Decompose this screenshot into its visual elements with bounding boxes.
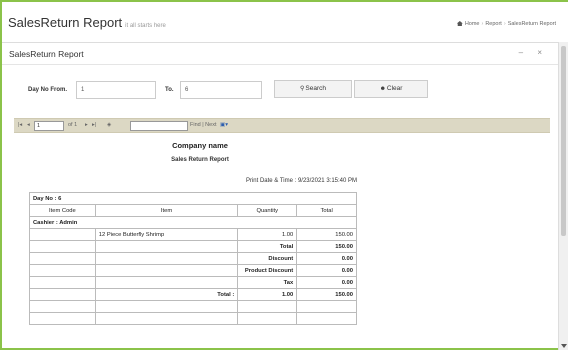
table-row: 12 Piece Butterfly Shrimp 1.00 150.00 <box>29 228 357 241</box>
breadcrumb-home[interactable]: Home <box>465 21 480 27</box>
clear-button-label: Clear <box>386 85 403 92</box>
summary-row: Total 150.00 <box>29 240 357 253</box>
day-from-input[interactable]: 1 <box>76 81 156 99</box>
scrollbar[interactable] <box>558 42 568 350</box>
summary-label: Discount <box>237 252 298 265</box>
home-icon <box>456 21 463 26</box>
report-table: Day No : 6 Item Code Item Quantity Total… <box>29 192 357 325</box>
summary-row: Discount 0.00 <box>29 252 357 265</box>
table-header-row: Item Code Item Quantity Total <box>29 204 357 217</box>
report-title: Sales Return Report <box>171 157 229 163</box>
item-qty: 1.00 <box>237 228 298 241</box>
portlet-title: SalesReturn Report <box>9 49 84 59</box>
last-page-icon[interactable]: ▸| <box>92 122 96 128</box>
grand-total-row: Total : 1.00 150.00 <box>29 288 357 301</box>
col-header: Item Code <box>29 204 96 217</box>
breadcrumb-report[interactable]: Report <box>485 21 502 27</box>
users-icon: ☻ <box>379 86 386 92</box>
summary-value: 150.00 <box>296 240 357 253</box>
search-button-label: Search <box>305 85 326 92</box>
portlet-header: SalesReturn Report – × <box>2 43 558 65</box>
page-header: SalesReturn Report it all starts here Hom… <box>2 2 558 42</box>
item-code <box>29 228 96 241</box>
export-icon[interactable]: ▣▾ <box>220 122 228 128</box>
grand-total-value: 150.00 <box>296 288 357 301</box>
item-name: 12 Piece Butterfly Shrimp <box>94 228 239 241</box>
report-company-name: Company name <box>172 141 228 150</box>
day-from-label: Day No From. <box>28 87 68 93</box>
day-no: Day No : 6 <box>29 192 357 205</box>
day-to-label: To. <box>165 87 174 93</box>
scrollbar-thumb[interactable] <box>561 46 566 236</box>
empty-row <box>29 312 357 325</box>
scroll-down-arrow-icon[interactable] <box>561 344 567 348</box>
portlet-tools[interactable]: – × <box>519 48 548 57</box>
prev-page-icon[interactable]: ◂ <box>27 122 30 128</box>
breadcrumb-sep: › <box>481 21 484 27</box>
summary-row: Tax 0.00 <box>29 276 357 289</box>
col-header: Quantity <box>237 204 298 217</box>
search-button[interactable]: ⚲Search <box>274 80 352 98</box>
report-viewer-toolbar: |◂ ◂ 1 of 1 ▸ ▸| ◈ Find | Next ▣▾ <box>14 118 550 133</box>
summary-row: Product Discount 0.00 <box>29 264 357 277</box>
day-to-input[interactable]: 6 <box>180 81 262 99</box>
col-header: Item <box>94 204 239 217</box>
first-page-icon[interactable]: |◂ <box>18 122 22 128</box>
summary-value: 0.00 <box>296 252 357 265</box>
breadcrumb: Home › Report › SalesReturn Report <box>456 21 556 27</box>
page-number-input[interactable]: 1 <box>34 121 64 131</box>
page-title-text: SalesReturn Report <box>8 15 123 30</box>
breadcrumb-sep: › <box>503 21 506 27</box>
col-header: Total <box>296 204 357 217</box>
summary-value: 0.00 <box>296 264 357 277</box>
find-next-link[interactable]: Find | Next <box>190 122 217 128</box>
next-page-icon[interactable]: ▸ <box>85 122 88 128</box>
clear-button[interactable]: ☻Clear <box>354 80 428 98</box>
page-title: SalesReturn Report it all starts here <box>8 15 166 30</box>
cashier-row: Cashier : Admin <box>29 216 357 229</box>
report-print-date: Print Date & Time : 9/23/2021 3:15:40 PM <box>245 178 357 184</box>
find-input[interactable] <box>130 121 188 131</box>
summary-label: Total <box>237 240 298 253</box>
item-total: 150.00 <box>296 228 357 241</box>
summary-value: 0.00 <box>296 276 357 289</box>
refresh-icon[interactable]: ◈ <box>107 122 111 128</box>
cashier: Cashier : Admin <box>29 216 357 229</box>
summary-label: Tax <box>237 276 298 289</box>
day-row: Day No : 6 <box>29 192 357 205</box>
grand-total-qty: 1.00 <box>237 288 298 301</box>
page-total: of 1 <box>68 122 78 128</box>
breadcrumb-current: SalesReturn Report <box>507 21 556 27</box>
search-icon: ⚲ <box>299 86 305 92</box>
grand-total-label: Total : <box>94 288 239 301</box>
page-subtitle: it all starts here <box>125 23 166 29</box>
empty-row <box>29 300 357 313</box>
summary-label: Product Discount <box>237 264 298 277</box>
